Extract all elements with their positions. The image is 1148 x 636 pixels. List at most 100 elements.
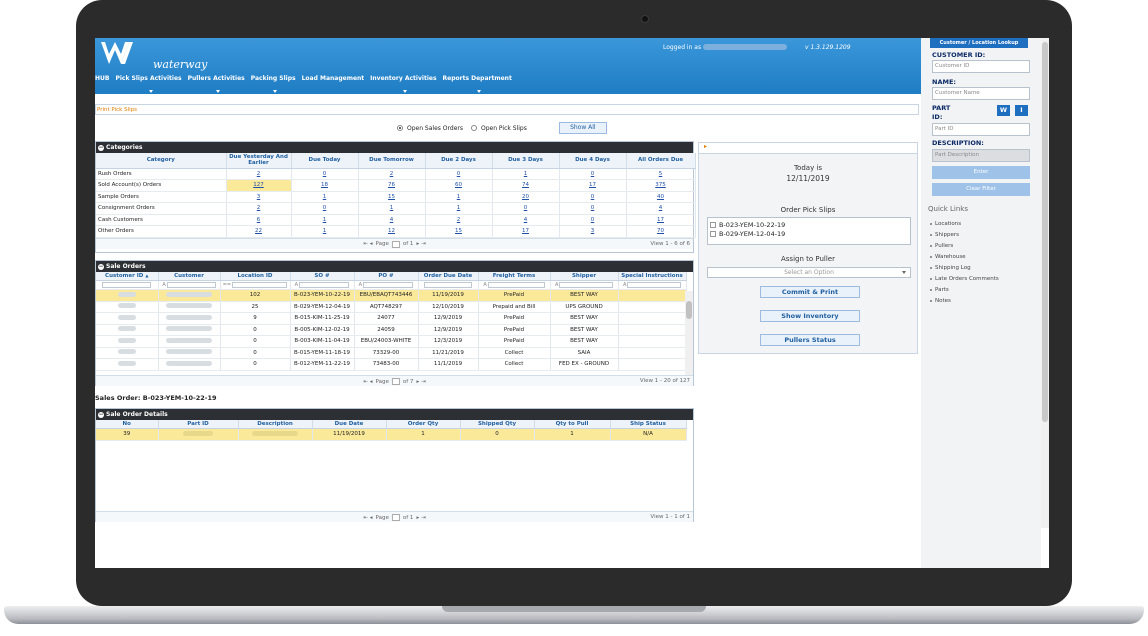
category-count-link[interactable]: 60 [455, 182, 462, 188]
column-header[interactable]: Ship Status [610, 420, 687, 429]
column-header[interactable]: Description [238, 420, 313, 429]
category-count-link[interactable]: 76 [388, 182, 395, 188]
category-count-link[interactable]: 1 [390, 205, 394, 211]
column-header[interactable]: Location ID [220, 272, 291, 281]
column-header[interactable]: PO # [354, 272, 419, 281]
table-row[interactable]: 0 B-015-YEM-11-18-19 73329-00 11/21/2019 Col… [96, 347, 687, 359]
customer-location-lookup-button[interactable]: Customer / Location Lookup [930, 38, 1028, 48]
category-count-link[interactable]: 1 [323, 194, 327, 200]
category-count-link[interactable]: 0 [323, 205, 327, 211]
customer-id-input[interactable]: Customer ID [932, 60, 1030, 73]
filter-input[interactable] [102, 281, 152, 288]
category-count-link[interactable]: 0 [591, 194, 595, 200]
column-header[interactable]: Category [96, 153, 227, 169]
column-header[interactable]: Order Due Date [418, 272, 479, 281]
category-count-link[interactable]: 2 [390, 171, 394, 177]
category-count-link[interactable]: 375 [655, 182, 666, 188]
nav-item-6[interactable]: Reports Department [443, 75, 512, 93]
filter-input[interactable] [299, 281, 350, 288]
category-count-link[interactable]: 127 [253, 182, 264, 188]
category-count-link[interactable]: 22 [255, 228, 262, 234]
nav-item-3[interactable]: Packing Slips [251, 75, 296, 93]
column-header[interactable]: Shipper [550, 272, 619, 281]
quick-link[interactable]: Shipping Log [930, 265, 971, 271]
category-count-link[interactable]: 17 [522, 228, 529, 234]
category-count-link[interactable]: 4 [659, 205, 663, 211]
category-count-link[interactable]: 2 [457, 217, 461, 223]
category-count-link[interactable]: 3 [591, 228, 595, 234]
quick-link[interactable]: Warehouse [930, 254, 966, 260]
column-header[interactable]: Customer ID ▲ [96, 272, 159, 281]
nav-item-1[interactable]: Pick Slips Activities [115, 75, 182, 93]
category-count-link[interactable]: 1 [323, 217, 327, 223]
w-button[interactable]: W [997, 105, 1010, 116]
radio-open-sales[interactable] [397, 125, 403, 131]
category-count-link[interactable]: 74 [522, 182, 529, 188]
filter-operator[interactable]: == [223, 282, 231, 288]
table-row[interactable]: 0 B-003-KIM-11-04-19 EBU/24003-WHITE 12/3/2… [96, 335, 687, 348]
filter-input[interactable] [166, 281, 216, 288]
column-header[interactable]: Customer [158, 272, 221, 281]
column-header[interactable]: SO # [290, 272, 355, 281]
collapse-icon[interactable]: − [98, 263, 104, 270]
page-input[interactable] [391, 240, 400, 248]
panel-toggle[interactable]: ▸ [699, 143, 917, 154]
filter-input[interactable] [559, 281, 613, 288]
quick-link[interactable]: Locations [930, 221, 961, 227]
filter-operator[interactable]: A [555, 282, 558, 288]
column-header[interactable]: Qty to Pull [534, 420, 611, 429]
column-header[interactable]: Due Yesterday And Earlier [226, 153, 292, 169]
filter-operator[interactable]: A [483, 282, 486, 288]
column-header[interactable]: All Orders Due [626, 153, 696, 169]
category-count-link[interactable]: 1 [524, 171, 528, 177]
category-count-link[interactable]: 6 [257, 217, 261, 223]
filter-input[interactable] [487, 281, 545, 288]
quick-link[interactable]: Shippers [930, 232, 959, 238]
checkbox[interactable] [710, 230, 716, 237]
column-header[interactable]: Order Qty [386, 420, 461, 429]
pullers-status-button[interactable]: Pullers Status [760, 334, 860, 346]
quick-link[interactable]: Parts [930, 287, 949, 293]
table-row[interactable]: 39 11/19/2019 1 0 1 N/A [96, 428, 687, 441]
quick-link[interactable]: Late Orders Comments [930, 276, 999, 282]
category-count-link[interactable]: 40 [657, 194, 664, 200]
enter-button[interactable]: Enter [932, 166, 1030, 179]
category-count-link[interactable]: 20 [522, 194, 529, 200]
puller-select[interactable]: Select an Option [707, 267, 911, 278]
category-count-link[interactable]: 4 [390, 217, 394, 223]
part-id-input[interactable]: Part ID [932, 123, 1030, 136]
pick-slip-item[interactable]: B-023-YEM-10-22-19 [710, 220, 908, 229]
category-count-link[interactable]: 2 [257, 171, 261, 177]
column-header[interactable]: No [96, 420, 159, 429]
category-count-link[interactable]: 12 [388, 228, 395, 234]
category-count-link[interactable]: 3 [257, 194, 261, 200]
nav-item-0[interactable]: HUB [95, 75, 109, 93]
filter-operator[interactable]: A [359, 282, 362, 288]
column-header[interactable]: Due 4 Days [559, 153, 627, 169]
category-count-link[interactable]: 0 [524, 205, 528, 211]
column-header[interactable]: Due Today [291, 153, 359, 169]
table-row[interactable]: 0 B-012-YEM-11-22-19 73483-00 11/1/2019 Coll… [96, 358, 687, 371]
category-count-link[interactable]: 4 [524, 217, 528, 223]
category-count-link[interactable]: 15 [455, 228, 462, 234]
category-count-link[interactable]: 5 [659, 171, 663, 177]
column-header[interactable]: Part ID [158, 420, 239, 429]
nav-item-4[interactable]: Load Management [302, 75, 365, 93]
column-header[interactable]: Due Date [312, 420, 387, 429]
clear-filter-button[interactable]: Clear Filter [932, 183, 1030, 196]
table-row[interactable]: 0 B-005-KIM-12-02-19 24059 12/9/2019 PrePaid… [96, 324, 687, 336]
page-input[interactable] [391, 514, 400, 521]
pick-slip-item[interactable]: B-029-YEM-12-04-19 [710, 229, 908, 238]
table-row[interactable]: 9 B-015-KIM-11-25-19 24077 12/9/2019 PrePaid… [96, 312, 687, 325]
collapse-icon[interactable]: − [98, 144, 104, 151]
category-count-link[interactable]: 0 [457, 171, 461, 177]
column-header[interactable]: Freight Terms [478, 272, 551, 281]
table-row[interactable]: 25 B-029-YEM-12-04-19 AQT748297 12/10/2019 P… [96, 301, 687, 313]
radio-open-pick[interactable] [471, 125, 477, 131]
page-input[interactable] [391, 378, 400, 385]
page-scrollbar[interactable] [1041, 38, 1049, 528]
category-count-link[interactable]: 0 [323, 171, 327, 177]
checkbox[interactable] [710, 221, 716, 228]
quick-link[interactable]: Pullers [930, 243, 953, 249]
category-count-link[interactable]: 1 [457, 194, 461, 200]
